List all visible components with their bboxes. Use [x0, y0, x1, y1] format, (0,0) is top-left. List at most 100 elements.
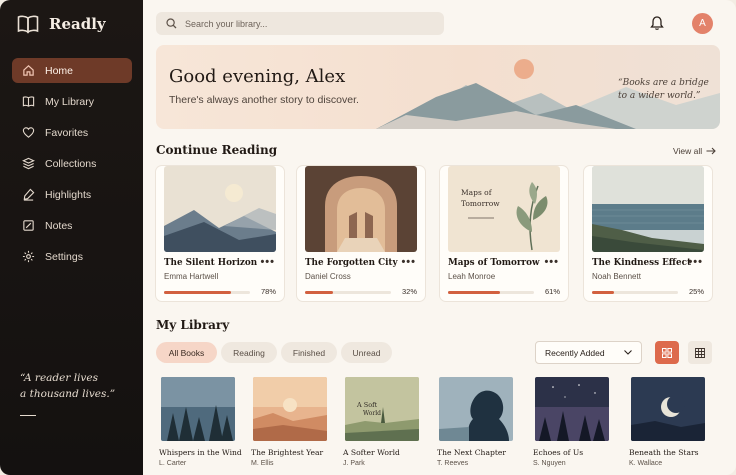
library-book[interactable]: Echoes of Us S. Nguyen — [533, 377, 611, 475]
sidebar: Readly Home My Library Favorites Collect… — [0, 0, 143, 475]
continue-reading-title: Continue Reading — [156, 143, 278, 157]
library-book[interactable]: The Next Chapter T. Reeves — [437, 377, 515, 475]
book-title: Beneath the Stars — [629, 448, 699, 457]
book-author: S. Nguyen — [533, 460, 566, 467]
more-options-icon[interactable]: ••• — [688, 256, 703, 268]
book-author: Noah Bennett — [592, 272, 641, 281]
hero-banner: Good evening, Alex There's always anothe… — [156, 45, 720, 129]
sidebar-item-collections[interactable]: Collections — [12, 151, 132, 176]
book-cover — [253, 377, 327, 441]
highlight-icon — [23, 188, 35, 201]
progress-label: 61% — [544, 287, 560, 296]
sidebar-item-settings[interactable]: Settings — [12, 244, 132, 269]
progress-label: 25% — [688, 287, 704, 296]
view-all-label: View all — [673, 146, 703, 156]
sidebar-quote-line: a thousand lives.” — [20, 388, 116, 400]
book-title: A Softer World — [343, 448, 400, 457]
filter-finished[interactable]: Finished — [281, 342, 337, 363]
home-icon — [23, 65, 34, 76]
book-cover — [161, 377, 235, 441]
hero-greeting: Good evening, Alex — [169, 66, 346, 87]
sidebar-item-notes[interactable]: Notes — [12, 213, 132, 238]
progress-bar — [164, 291, 250, 294]
filter-all-books[interactable]: All Books — [156, 342, 217, 363]
book-cover — [305, 166, 417, 252]
notes-icon — [23, 220, 34, 231]
filter-unread[interactable]: Unread — [341, 342, 392, 363]
continue-card[interactable]: Maps of Tomorrow Maps of Tomorrow Leah M… — [440, 166, 568, 301]
sort-label: Recently Added — [545, 347, 605, 358]
arrow-right-icon — [706, 147, 716, 155]
brand[interactable]: Readly — [17, 14, 106, 34]
book-title: The Kindness Effect — [592, 258, 692, 268]
book-author: Emma Hartwell — [164, 272, 219, 281]
more-options-icon[interactable]: ••• — [401, 256, 416, 268]
list-view-button[interactable] — [688, 341, 712, 364]
library-book[interactable]: A Soft World A Softer World J. Park — [343, 377, 421, 475]
chevron-down-icon — [624, 350, 632, 355]
book-icon — [22, 96, 35, 107]
book-cover: A Soft World — [345, 377, 419, 441]
continue-card[interactable]: The Forgotten City Daniel Cross ••• 32% — [297, 166, 425, 301]
book-author: K. Wallace — [629, 460, 663, 467]
sidebar-item-label: Collections — [45, 157, 97, 170]
grid-view-button[interactable] — [655, 341, 679, 364]
progress-fill — [448, 291, 501, 294]
book-title: Echoes of Us — [533, 448, 584, 457]
avatar[interactable]: A — [692, 13, 713, 34]
more-options-icon[interactable]: ••• — [260, 256, 275, 268]
book-author: M. Ellis — [251, 460, 274, 467]
sidebar-item-label: Highlights — [45, 188, 92, 201]
sidebar-item-favorites[interactable]: Favorites — [12, 120, 132, 145]
sidebar-quote-line: “A reader lives — [20, 372, 98, 384]
view-all-link[interactable]: View all — [673, 146, 716, 156]
book-cover — [631, 377, 705, 441]
cover-text: Tomorrow — [461, 199, 500, 208]
book-author: T. Reeves — [437, 460, 469, 467]
app-window: Readly Home My Library Favorites Collect… — [0, 0, 736, 475]
progress-bar — [448, 291, 534, 294]
progress-fill — [164, 291, 232, 294]
sidebar-item-my-library[interactable]: My Library — [12, 89, 132, 114]
search-bar[interactable] — [156, 12, 444, 35]
bell-icon[interactable] — [650, 15, 664, 31]
book-author: J. Park — [343, 460, 365, 467]
book-title: The Brightest Year — [251, 448, 324, 457]
continue-card[interactable]: The Kindness Effect Noah Bennett ••• 25% — [584, 166, 712, 301]
search-icon — [166, 18, 177, 29]
sidebar-item-home[interactable]: Home — [12, 58, 132, 83]
sidebar-item-label: Notes — [45, 219, 73, 232]
filter-reading[interactable]: Reading — [221, 342, 277, 363]
library-book[interactable]: The Brightest Year M. Ellis — [251, 377, 329, 475]
sidebar-item-label: Favorites — [45, 126, 89, 139]
cover-text: Maps of — [461, 188, 492, 197]
book-title: Maps of Tomorrow — [448, 258, 540, 268]
sidebar-item-highlights[interactable]: Highlights — [12, 182, 132, 207]
grid-icon — [662, 347, 672, 358]
book-cover — [439, 377, 513, 441]
cover-text: A Soft — [357, 401, 378, 409]
gear-icon — [22, 250, 35, 263]
heart-icon — [22, 127, 35, 138]
progress-fill — [592, 291, 614, 294]
sidebar-nav: Home My Library Favorites Collections Hi… — [12, 58, 132, 275]
library-book[interactable]: Beneath the Stars K. Wallace — [629, 377, 707, 475]
cover-text: World — [363, 410, 381, 417]
book-author: Leah Monroe — [448, 272, 496, 281]
progress-bar — [305, 291, 391, 294]
search-input[interactable] — [185, 18, 425, 29]
sidebar-quote: “A reader lives a thousand lives.” — [20, 370, 115, 402]
book-author: Daniel Cross — [305, 272, 351, 281]
collections-icon — [22, 157, 35, 170]
library-book[interactable]: Whispers in the Wind L. Carter — [159, 377, 242, 475]
sidebar-item-label: My Library — [45, 95, 95, 108]
hero-subtitle: There's always another story to discover… — [169, 94, 359, 106]
book-cover — [592, 166, 704, 252]
progress-bar — [592, 291, 678, 294]
continue-card[interactable]: The Silent Horizon Emma Hartwell ••• 78% — [156, 166, 284, 301]
more-options-icon[interactable]: ••• — [544, 256, 559, 268]
sidebar-item-label: Settings — [45, 250, 83, 263]
progress-label: 78% — [260, 287, 276, 296]
hero-quote: “Books are a bridge to a wider world.” — [618, 77, 709, 103]
sort-dropdown[interactable]: Recently Added — [535, 341, 642, 364]
